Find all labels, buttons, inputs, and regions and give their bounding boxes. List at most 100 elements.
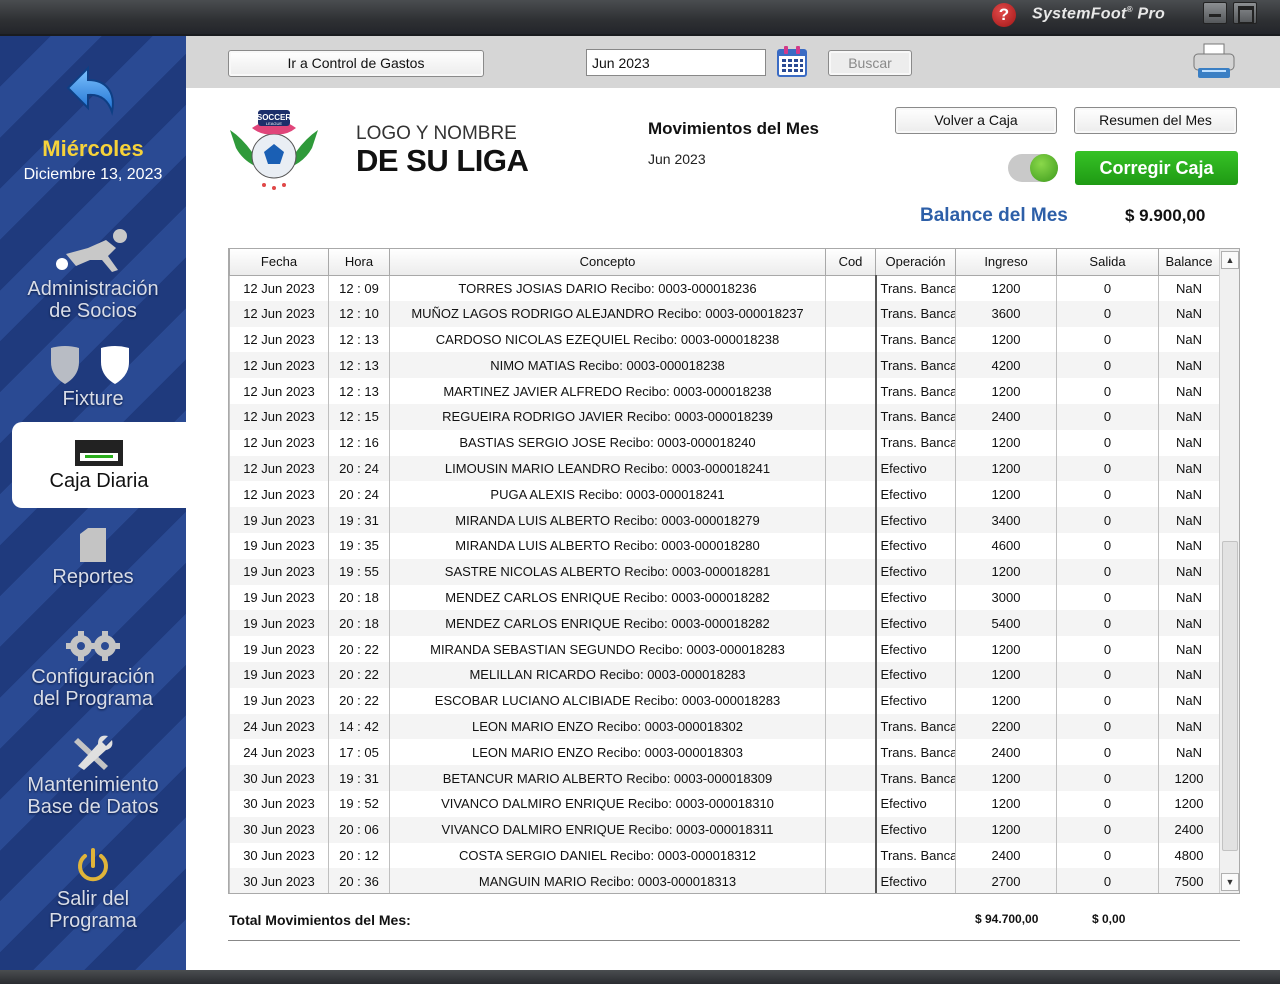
cell-ingreso: 1200: [955, 481, 1057, 508]
table-scrollbar[interactable]: ▲ ▼: [1219, 249, 1239, 893]
nav-caja-diaria[interactable]: Caja Diaria: [12, 422, 186, 508]
table-row[interactable]: 19 Jun 2023 19 : 35 MIRANDA LUIS ALBERTO R…: [229, 532, 1220, 559]
nav-configuracion[interactable]: Configuración del Programa: [0, 628, 186, 710]
cell-cod: [825, 429, 876, 456]
buscar-button[interactable]: Buscar: [828, 50, 912, 76]
col-concepto[interactable]: Concepto: [389, 249, 826, 276]
cell-cod: [825, 636, 876, 662]
col-balance[interactable]: Balance: [1158, 249, 1220, 276]
table-row[interactable]: 19 Jun 2023 20 : 22 MIRANDA SEBASTIAN SEGU…: [229, 636, 1220, 662]
cell-concepto: LEON MARIO ENZO Recibo: 0003-000018303: [389, 739, 826, 766]
volver-caja-button[interactable]: Volver a Caja: [895, 107, 1057, 134]
logo-line1: LOGO Y NOMBRE: [356, 123, 517, 144]
cell-cod: [825, 816, 876, 843]
help-icon[interactable]: ?: [992, 3, 1016, 27]
cell-hora: 19 : 55: [328, 558, 390, 585]
cell-hora: 12 : 16: [328, 429, 390, 456]
table-row[interactable]: 30 Jun 2023 20 : 06 VIVANCO DALMIRO ENRIQU…: [229, 816, 1220, 843]
cell-fecha: 19 Jun 2023: [229, 661, 329, 688]
table-row[interactable]: 12 Jun 2023 12 : 15 REGUEIRA RODRIGO JAVIE…: [229, 403, 1220, 430]
control-gastos-button[interactable]: Ir a Control de Gastos: [228, 50, 484, 77]
table-row[interactable]: 19 Jun 2023 20 : 18 MENDEZ CARLOS ENRIQUE …: [229, 584, 1220, 611]
cell-concepto: MIRANDA LUIS ALBERTO Recibo: 0003-000018…: [389, 532, 826, 559]
cell-ingreso: 4200: [955, 352, 1057, 379]
cell-balance: NaN: [1158, 378, 1220, 404]
cell-cod: [825, 403, 876, 430]
cell-ingreso: 1200: [955, 765, 1057, 791]
table-row[interactable]: 30 Jun 2023 19 : 52 VIVANCO DALMIRO ENRIQU…: [229, 790, 1220, 817]
cell-hora: 20 : 24: [328, 455, 390, 482]
table-row[interactable]: 19 Jun 2023 19 : 31 MIRANDA LUIS ALBERTO R…: [229, 507, 1220, 533]
cell-cod: [825, 790, 876, 817]
cell-balance: NaN: [1158, 739, 1220, 766]
table-row[interactable]: 12 Jun 2023 12 : 13 CARDOSO NICOLAS EZEQUI…: [229, 326, 1220, 353]
back-arrow-icon[interactable]: [58, 62, 122, 126]
cell-cod: [825, 713, 876, 740]
table-row[interactable]: 30 Jun 2023 20 : 12 COSTA SERGIO DANIEL Re…: [229, 842, 1220, 869]
col-salida[interactable]: Salida: [1056, 249, 1159, 276]
scroll-thumb[interactable]: [1222, 541, 1238, 851]
table-row[interactable]: 30 Jun 2023 19 : 31 BETANCUR MARIO ALBERTO…: [229, 765, 1220, 791]
cell-salida: 0: [1056, 455, 1159, 482]
cell-fecha: 30 Jun 2023: [229, 868, 329, 893]
balance-value: $ 9.900,00: [1125, 206, 1206, 225]
nav-mantenimiento[interactable]: Mantenimiento Base de Datos: [0, 732, 186, 818]
shields-icon: [51, 346, 129, 384]
nav-administracion-socios[interactable]: Administración de Socios: [0, 226, 186, 322]
nav-salir[interactable]: Salir del Programa: [0, 846, 186, 932]
minimize-button[interactable]: [1203, 2, 1227, 24]
balance-label: Balance del Mes: [920, 205, 1068, 226]
cell-salida: 0: [1056, 275, 1159, 301]
table-row[interactable]: 12 Jun 2023 12 : 16 BASTIAS SERGIO JOSE Re…: [229, 429, 1220, 456]
cell-salida: 0: [1056, 868, 1159, 893]
scroll-down-icon[interactable]: ▼: [1221, 873, 1239, 891]
table-row[interactable]: 19 Jun 2023 20 : 22 MELILLAN RICARDO Recib…: [229, 661, 1220, 688]
table-row[interactable]: 12 Jun 2023 12 : 13 MARTINEZ JAVIER ALFRED…: [229, 378, 1220, 404]
cell-salida: 0: [1056, 532, 1159, 559]
cell-hora: 20 : 18: [328, 610, 390, 637]
table-row[interactable]: 12 Jun 2023 20 : 24 PUGA ALEXIS Recibo: 00…: [229, 481, 1220, 508]
cell-concepto: LIMOUSIN MARIO LEANDRO Recibo: 0003-0000…: [389, 455, 826, 482]
table-row[interactable]: 30 Jun 2023 20 : 36 MANGUIN MARIO Recibo: …: [229, 868, 1220, 893]
table-row[interactable]: 24 Jun 2023 14 : 42 LEON MARIO ENZO Recibo…: [229, 713, 1220, 740]
cell-salida: 0: [1056, 378, 1159, 404]
table-row[interactable]: 12 Jun 2023 20 : 24 LIMOUSIN MARIO LEANDRO…: [229, 455, 1220, 482]
nav-reportes[interactable]: Reportes: [0, 526, 186, 588]
cell-concepto: MELILLAN RICARDO Recibo: 0003-000018283: [389, 661, 826, 688]
col-ingreso[interactable]: Ingreso: [955, 249, 1057, 276]
toggle-switch[interactable]: [1008, 154, 1058, 182]
month-input[interactable]: [586, 49, 766, 76]
cell-balance: NaN: [1158, 481, 1220, 508]
cell-operacion: Efectivo: [874, 790, 956, 817]
cell-salida: 0: [1056, 429, 1159, 456]
cell-cod: [825, 275, 876, 301]
scroll-up-icon[interactable]: ▲: [1221, 251, 1239, 269]
printer-icon[interactable]: [1192, 42, 1236, 80]
totals-label: Total Movimientos del Mes:: [229, 912, 411, 928]
calendar-icon[interactable]: [776, 45, 808, 78]
maximize-button[interactable]: [1233, 2, 1257, 24]
cell-balance: NaN: [1158, 532, 1220, 559]
table-row[interactable]: 24 Jun 2023 17 : 05 LEON MARIO ENZO Recibo…: [229, 739, 1220, 766]
col-cod[interactable]: Cod: [825, 249, 876, 276]
cell-salida: 0: [1056, 687, 1159, 714]
table-row[interactable]: 19 Jun 2023 19 : 55 SASTRE NICOLAS ALBERTO…: [229, 558, 1220, 585]
corregir-caja-button[interactable]: Corregir Caja: [1075, 151, 1238, 185]
resumen-mes-button[interactable]: Resumen del Mes: [1074, 107, 1237, 134]
cell-ingreso: 3000: [955, 584, 1057, 611]
table-row[interactable]: 19 Jun 2023 20 : 22 ESCOBAR LUCIANO ALCIBI…: [229, 687, 1220, 714]
table-row[interactable]: 19 Jun 2023 20 : 18 MENDEZ CARLOS ENRIQUE …: [229, 610, 1220, 637]
cell-fecha: 30 Jun 2023: [229, 790, 329, 817]
table-row[interactable]: 12 Jun 2023 12 : 10 MUÑOZ LAGOS RODRIGO AL…: [229, 300, 1220, 327]
table-row[interactable]: 12 Jun 2023 12 : 09 TORRES JOSIAS DARIO Re…: [229, 275, 1220, 301]
cell-fecha: 19 Jun 2023: [229, 532, 329, 559]
nav-fixture[interactable]: Fixture: [0, 344, 186, 410]
col-hora[interactable]: Hora: [328, 249, 390, 276]
table-row[interactable]: 12 Jun 2023 12 : 13 NIMO MATIAS Recibo: 00…: [229, 352, 1220, 379]
col-operacion[interactable]: Operación: [875, 249, 956, 276]
cell-ingreso: 1200: [955, 790, 1057, 817]
cell-salida: 0: [1056, 403, 1159, 430]
col-fecha[interactable]: Fecha: [229, 249, 329, 276]
cell-hora: 17 : 05: [328, 739, 390, 766]
cell-fecha: 30 Jun 2023: [229, 765, 329, 791]
